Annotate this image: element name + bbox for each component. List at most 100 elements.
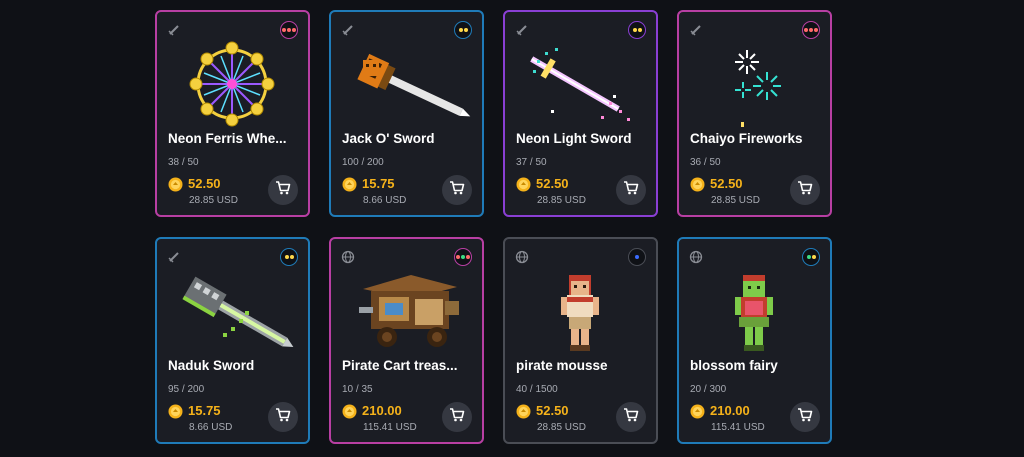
item-supply: 95 / 200 [168, 384, 205, 395]
item-card[interactable]: Neon Light Sword 37 / 50 52.50 28.85 USD [503, 10, 658, 217]
coin-icon [168, 404, 183, 419]
rarity-dot [635, 255, 639, 259]
item-card[interactable]: Naduk Sword 95 / 200 15.75 8.66 USD [155, 237, 310, 444]
coin-icon [516, 404, 531, 419]
rarity-badge [628, 21, 646, 39]
rarity-dot [637, 28, 642, 32]
sword-icon [689, 22, 703, 36]
rarity-dot [809, 28, 813, 32]
cart-icon [797, 407, 813, 427]
item-artwork [357, 53, 471, 117]
sword-icon [167, 249, 181, 263]
item-supply: 36 / 50 [690, 157, 721, 168]
rarity-badge [454, 248, 472, 266]
rarity-dot [287, 28, 291, 32]
rarity-dot [282, 28, 286, 32]
cart-icon [449, 180, 465, 200]
rarity-badge [280, 21, 298, 39]
item-card[interactable]: Pirate Cart treas... 10 / 35 210.00 115.… [329, 237, 484, 444]
coin-icon [690, 404, 705, 419]
item-artwork [735, 50, 781, 127]
item-supply: 10 / 35 [342, 384, 373, 395]
item-usd-price: 28.85 USD [711, 195, 760, 206]
add-to-cart-button[interactable] [616, 175, 646, 205]
rarity-badge [628, 248, 646, 266]
item-usd-price: 115.41 USD [363, 422, 417, 433]
coin-icon [342, 404, 357, 419]
item-name: pirate mousse [516, 358, 608, 373]
coin-icon [516, 177, 531, 192]
item-card[interactable]: pirate mousse 40 / 1500 52.50 28.85 USD [503, 237, 658, 444]
item-supply: 40 / 1500 [516, 384, 558, 395]
item-artwork [530, 48, 630, 121]
item-supply: 37 / 50 [516, 157, 547, 168]
rarity-dot [458, 28, 463, 32]
coin-icon [168, 177, 183, 192]
rarity-dot [811, 255, 816, 259]
sword-icon [515, 22, 529, 36]
item-supply: 100 / 200 [342, 157, 384, 168]
item-card[interactable]: Neon Ferris Whe... 38 / 50 52.50 28.85 U… [155, 10, 310, 217]
rarity-dot [806, 255, 811, 259]
rarity-dot [289, 255, 294, 259]
item-price: 52.50 [536, 176, 569, 191]
rarity-dot [814, 28, 818, 32]
rarity-dot [461, 255, 465, 259]
coin-icon [690, 177, 705, 192]
rarity-badge [454, 21, 472, 39]
add-to-cart-button[interactable] [790, 175, 820, 205]
item-price: 52.50 [188, 176, 221, 191]
cart-icon [623, 180, 639, 200]
rarity-badge [280, 248, 298, 266]
lantern-icon [341, 249, 355, 264]
add-to-cart-button[interactable] [268, 402, 298, 432]
rarity-dot [804, 28, 808, 32]
item-name: Jack O' Sword [342, 131, 435, 146]
item-name: Naduk Sword [168, 358, 255, 373]
item-price: 15.75 [188, 403, 221, 418]
rarity-dot [284, 255, 289, 259]
rarity-dot [463, 28, 468, 32]
item-name: Pirate Cart treas... [342, 358, 458, 373]
lantern-icon [689, 249, 703, 264]
coin-icon [342, 177, 357, 192]
item-usd-price: 8.66 USD [189, 422, 233, 433]
item-card[interactable]: Chaiyo Fireworks 36 / 50 52.50 28.85 USD [677, 10, 832, 217]
cart-icon [275, 180, 291, 200]
rarity-dot [632, 28, 637, 32]
rarity-badge [802, 248, 820, 266]
item-price: 52.50 [536, 403, 569, 418]
cart-icon [449, 407, 465, 427]
rarity-badge [802, 21, 820, 39]
sword-icon [341, 22, 355, 36]
item-card[interactable]: blossom fairy 20 / 300 210.00 115.41 USD [677, 237, 832, 444]
item-price: 52.50 [710, 176, 743, 191]
item-usd-price: 28.85 USD [189, 195, 238, 206]
add-to-cart-button[interactable] [616, 402, 646, 432]
add-to-cart-button[interactable] [790, 402, 820, 432]
item-artwork [735, 275, 773, 351]
item-supply: 38 / 50 [168, 157, 199, 168]
item-name: Neon Ferris Whe... [168, 131, 287, 146]
add-to-cart-button[interactable] [268, 175, 298, 205]
cart-icon [623, 407, 639, 427]
cart-icon [797, 180, 813, 200]
item-price: 210.00 [710, 403, 750, 418]
add-to-cart-button[interactable] [442, 402, 472, 432]
add-to-cart-button[interactable] [442, 175, 472, 205]
item-grid: Neon Ferris Whe... 38 / 50 52.50 28.85 U… [155, 10, 835, 444]
item-usd-price: 8.66 USD [363, 195, 407, 206]
item-artwork [359, 275, 459, 347]
item-name: blossom fairy [690, 358, 778, 373]
item-artwork [189, 41, 275, 127]
item-price: 15.75 [362, 176, 395, 191]
item-usd-price: 28.85 USD [537, 195, 586, 206]
item-usd-price: 28.85 USD [537, 422, 586, 433]
item-card[interactable]: Jack O' Sword 100 / 200 15.75 8.66 USD [329, 10, 484, 217]
rarity-dot [292, 28, 296, 32]
item-artwork [561, 275, 599, 351]
item-name: Chaiyo Fireworks [690, 131, 803, 146]
rarity-dot [456, 255, 460, 259]
item-name: Neon Light Sword [516, 131, 632, 146]
item-usd-price: 115.41 USD [711, 422, 765, 433]
